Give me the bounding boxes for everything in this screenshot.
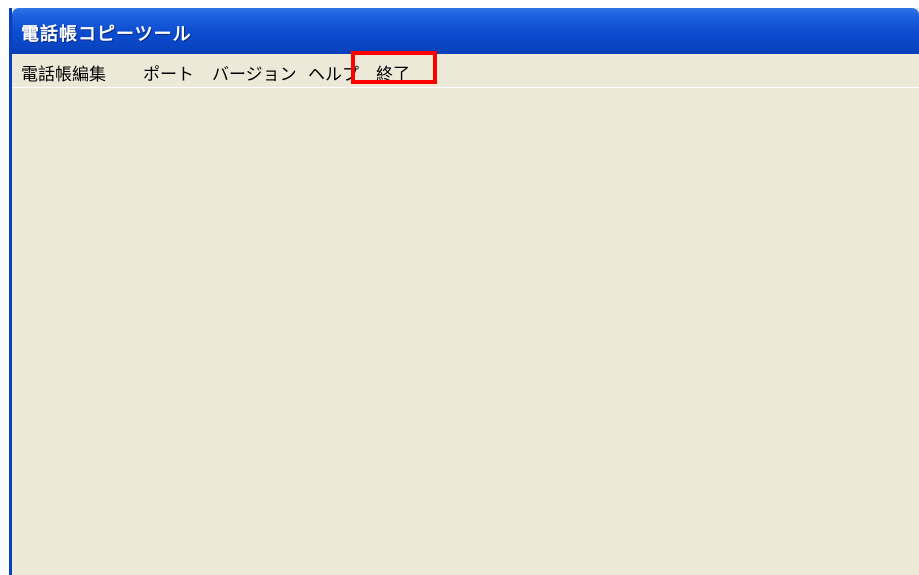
window-title: 電話帳コピーツール	[21, 24, 192, 45]
menu-item-exit[interactable]: 終了	[376, 60, 410, 85]
menu-item-version[interactable]: バージョン	[212, 60, 297, 85]
menu-item-help[interactable]: ヘルプ	[308, 60, 359, 85]
title-bar[interactable]: 電話帳コピーツール	[12, 8, 919, 54]
app-window: 電話帳コピーツール 電話帳編集 ポート バージョン ヘルプ 終了	[9, 8, 919, 575]
menu-item-port[interactable]: ポート	[143, 60, 194, 85]
client-area	[12, 88, 919, 575]
menu-item-phonebook-edit[interactable]: 電話帳編集	[21, 60, 106, 85]
menu-bar: 電話帳編集 ポート バージョン ヘルプ 終了	[12, 54, 919, 88]
